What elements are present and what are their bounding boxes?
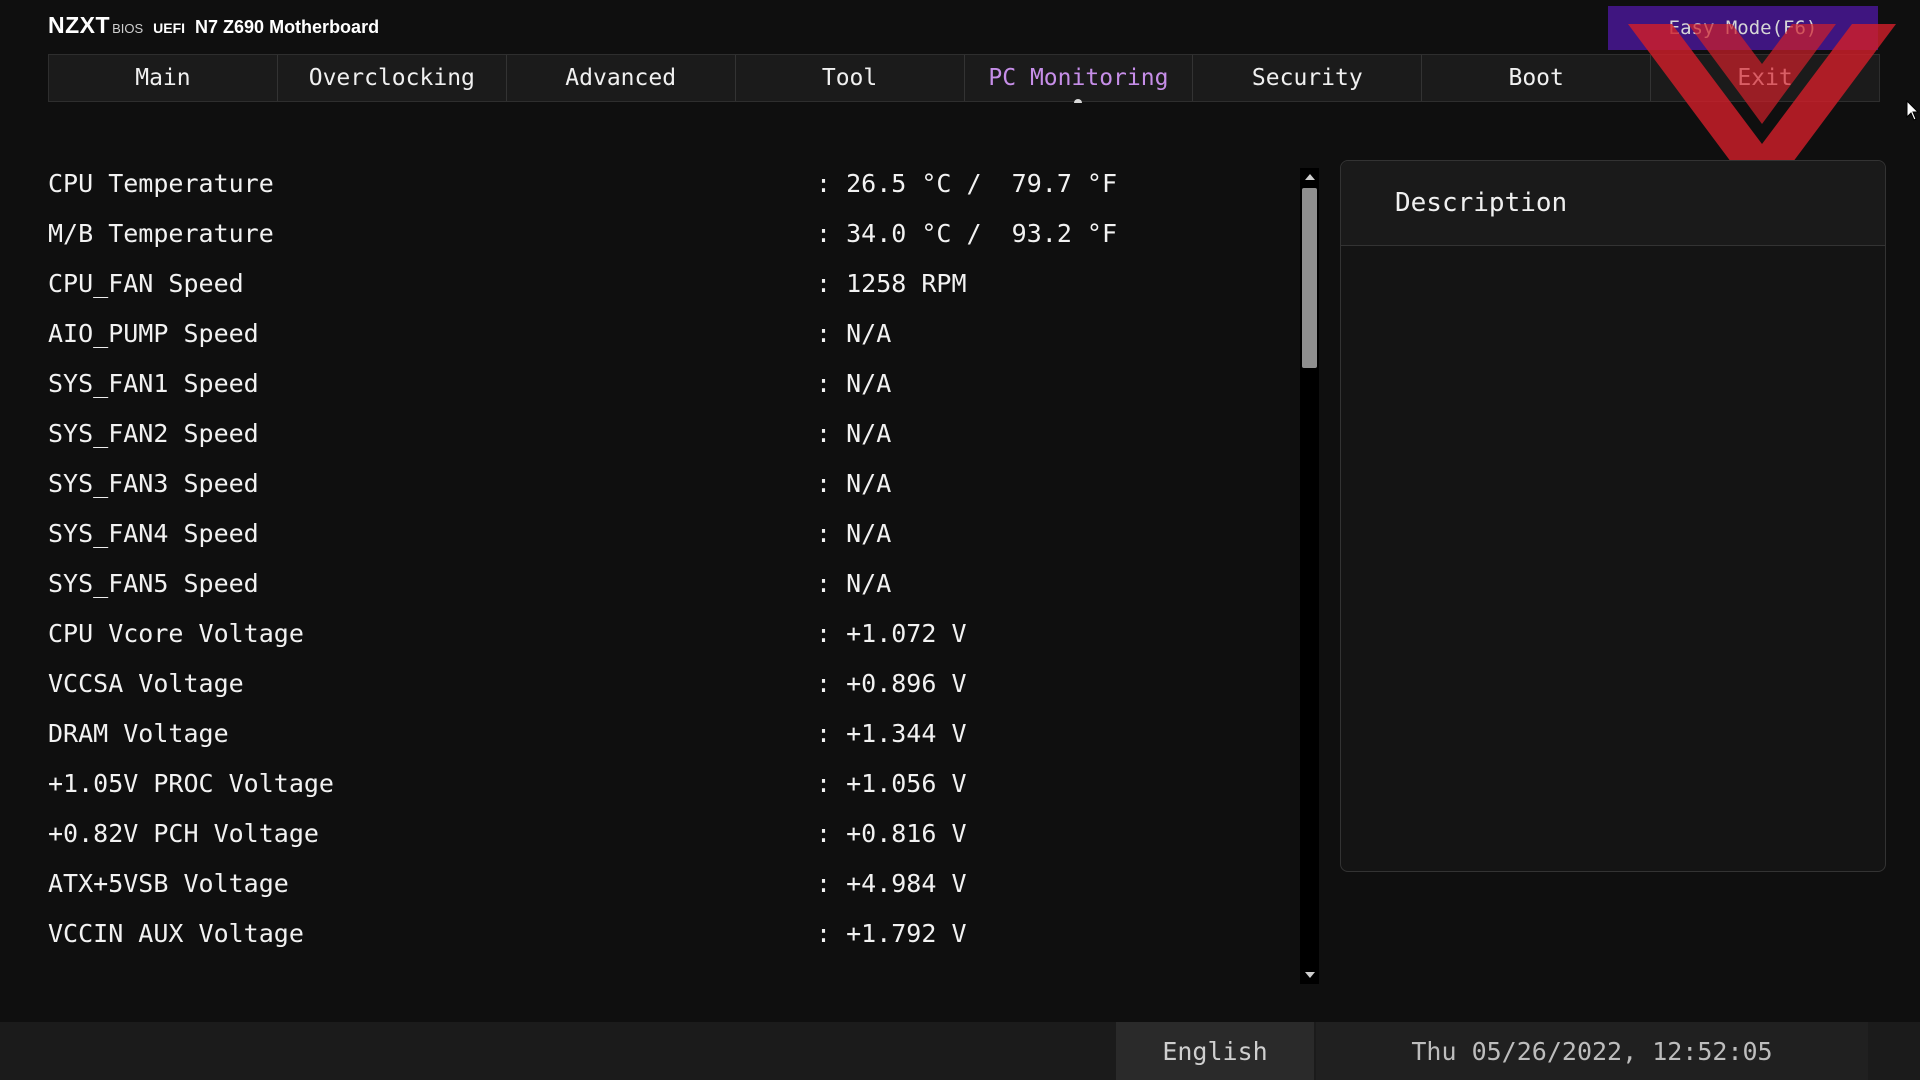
monitor-value: : N/A xyxy=(816,518,892,548)
monitor-row-atx-5vsb-voltage[interactable]: ATX+5VSB Voltage : +4.984 V xyxy=(48,858,1288,908)
monitor-row-sys-fan1-speed[interactable]: SYS_FAN1 Speed : N/A xyxy=(48,358,1288,408)
main-tab-bar: Main Overclocking Advanced Tool PC Monit… xyxy=(48,54,1880,103)
tab-boot[interactable]: Boot xyxy=(1422,55,1652,101)
monitoring-list: CPU Temperature : 26.5 °C / 79.7 °F M/B … xyxy=(48,158,1288,958)
status-bar: English Thu 05/26/2022, 12:52:05 xyxy=(0,1022,1920,1080)
monitor-value: : +0.816 V xyxy=(816,818,967,848)
monitor-row-proc-voltage[interactable]: +1.05V PROC Voltage : +1.056 V xyxy=(48,758,1288,808)
system-datetime[interactable]: Thu 05/26/2022, 12:52:05 xyxy=(1316,1022,1868,1080)
monitor-value: : N/A xyxy=(816,418,892,448)
monitor-value: : N/A xyxy=(816,368,892,398)
tab-main[interactable]: Main xyxy=(49,55,278,101)
monitor-label: ATX+5VSB Voltage xyxy=(48,868,289,898)
monitor-row-vccin-aux-voltage[interactable]: VCCIN AUX Voltage : +1.792 V xyxy=(48,908,1288,958)
monitor-row-pch-voltage[interactable]: +0.82V PCH Voltage : +0.816 V xyxy=(48,808,1288,858)
monitor-row-mb-temperature[interactable]: M/B Temperature : 34.0 °C / 93.2 °F xyxy=(48,208,1288,258)
monitor-value: : 1258 RPM xyxy=(816,268,967,298)
tab-exit[interactable]: Exit xyxy=(1651,55,1879,101)
monitor-value: : 34.0 °C / 93.2 °F xyxy=(816,218,1118,248)
monitor-value: : +0.896 V xyxy=(816,668,967,698)
monitor-label: CPU_FAN Speed xyxy=(48,268,244,298)
monitor-row-sys-fan4-speed[interactable]: SYS_FAN4 Speed : N/A xyxy=(48,508,1288,558)
monitor-row-sys-fan3-speed[interactable]: SYS_FAN3 Speed : N/A xyxy=(48,458,1288,508)
monitor-row-vccsa-voltage[interactable]: VCCSA Voltage : +0.896 V xyxy=(48,658,1288,708)
monitor-label: CPU Temperature xyxy=(48,168,274,198)
monitor-row-dram-voltage[interactable]: DRAM Voltage : +1.344 V xyxy=(48,708,1288,758)
monitor-row-sys-fan2-speed[interactable]: SYS_FAN2 Speed : N/A xyxy=(48,408,1288,458)
monitor-value: : +1.072 V xyxy=(816,618,967,648)
scroll-down-arrow-icon[interactable] xyxy=(1300,968,1319,982)
tab-pc-monitoring[interactable]: PC Monitoring xyxy=(965,55,1194,103)
tab-security[interactable]: Security xyxy=(1193,55,1423,101)
tab-tool[interactable]: Tool xyxy=(736,55,965,101)
bios-brand: NZXT BIOS UEFI N7 Z690 Motherboard xyxy=(48,12,379,42)
monitor-value: : N/A xyxy=(816,468,892,498)
language-selector[interactable]: English xyxy=(1116,1022,1314,1080)
monitor-row-cpu-temperature[interactable]: CPU Temperature : 26.5 °C / 79.7 °F xyxy=(48,158,1288,208)
active-tab-indicator xyxy=(1074,99,1083,103)
monitor-value: : N/A xyxy=(816,568,892,598)
monitor-scrollbar[interactable] xyxy=(1300,168,1319,984)
monitor-value: : +4.984 V xyxy=(816,868,967,898)
monitor-value: : +1.792 V xyxy=(816,918,967,948)
scroll-up-arrow-icon[interactable] xyxy=(1300,170,1319,184)
nzxt-logo: NZXT xyxy=(48,12,111,38)
tab-overclocking[interactable]: Overclocking xyxy=(278,55,507,101)
monitor-label: SYS_FAN1 Speed xyxy=(48,368,259,398)
monitor-label: DRAM Voltage xyxy=(48,718,229,748)
monitor-label: SYS_FAN4 Speed xyxy=(48,518,259,548)
bios-label: BIOS xyxy=(112,21,144,36)
monitor-value: : 26.5 °C / 79.7 °F xyxy=(816,168,1118,198)
monitor-label: SYS_FAN2 Speed xyxy=(48,418,259,448)
tab-pc-monitoring-label: PC Monitoring xyxy=(988,65,1169,91)
uefi-label: UEFI xyxy=(153,20,186,36)
monitor-label: AIO_PUMP Speed xyxy=(48,318,259,348)
easy-mode-button[interactable]: Easy Mode(F6) xyxy=(1608,6,1878,50)
monitor-row-cpu-vcore-voltage[interactable]: CPU Vcore Voltage : +1.072 V xyxy=(48,608,1288,658)
monitor-label: VCCSA Voltage xyxy=(48,668,244,698)
monitor-label: M/B Temperature xyxy=(48,218,274,248)
monitor-label: +0.82V PCH Voltage xyxy=(48,818,319,848)
monitor-label: SYS_FAN5 Speed xyxy=(48,568,259,598)
monitor-label: SYS_FAN3 Speed xyxy=(48,468,259,498)
motherboard-model: N7 Z690 Motherboard xyxy=(195,17,380,37)
mouse-cursor-icon xyxy=(1906,100,1920,121)
description-title: Description xyxy=(1341,161,1885,246)
monitor-value: : N/A xyxy=(816,318,892,348)
monitor-row-aio-pump-speed[interactable]: AIO_PUMP Speed : N/A xyxy=(48,308,1288,358)
description-panel: Description xyxy=(1340,160,1886,872)
monitor-row-cpu-fan-speed[interactable]: CPU_FAN Speed : 1258 RPM xyxy=(48,258,1288,308)
monitor-value: : +1.056 V xyxy=(816,768,967,798)
monitor-value: : +1.344 V xyxy=(816,718,967,748)
tab-advanced[interactable]: Advanced xyxy=(507,55,736,101)
monitor-row-sys-fan5-speed[interactable]: SYS_FAN5 Speed : N/A xyxy=(48,558,1288,608)
scrollbar-thumb[interactable] xyxy=(1302,188,1317,368)
monitor-label: VCCIN AUX Voltage xyxy=(48,918,304,948)
monitor-label: +1.05V PROC Voltage xyxy=(48,768,334,798)
monitor-label: CPU Vcore Voltage xyxy=(48,618,304,648)
